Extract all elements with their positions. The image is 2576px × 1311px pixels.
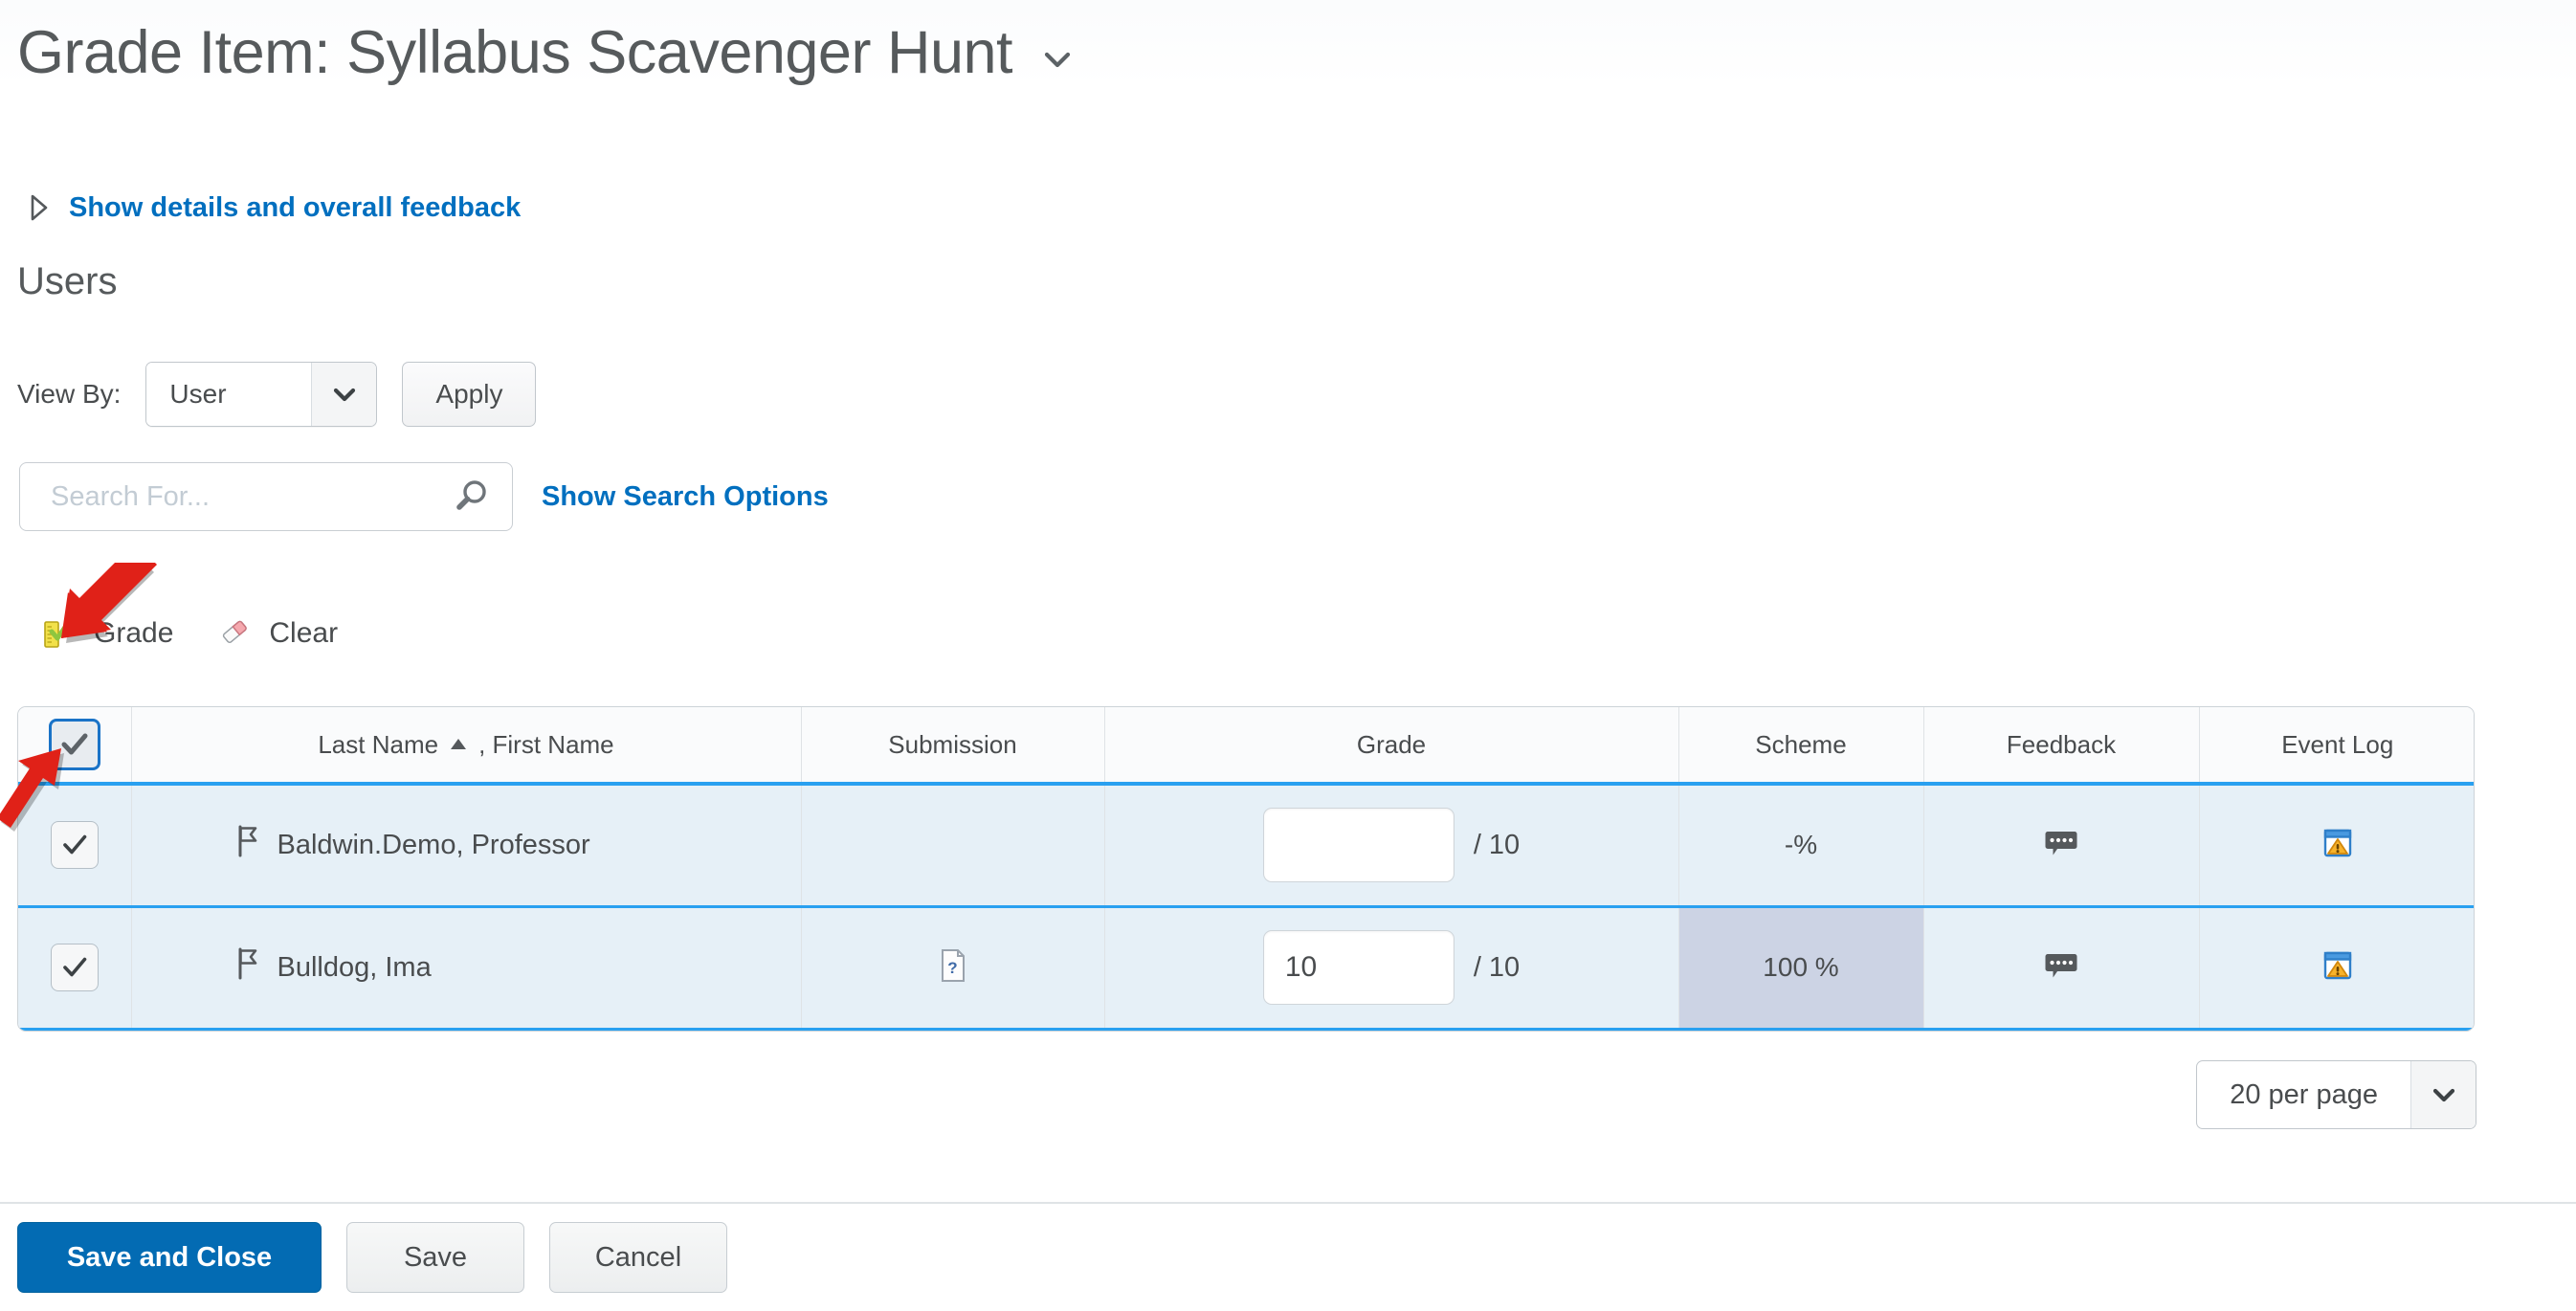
row-checkbox[interactable] — [50, 944, 99, 991]
comment-icon[interactable] — [2042, 831, 2080, 866]
scheme-value: -% — [1784, 830, 1818, 860]
row-grade-cell: / 10 — [1104, 782, 1679, 908]
column-header-grade[interactable]: Grade — [1104, 707, 1679, 784]
svg-text:?: ? — [947, 959, 957, 977]
column-header-scheme[interactable]: Scheme — [1678, 707, 1924, 784]
save-button[interactable]: Save — [346, 1222, 524, 1293]
select-all-header-cell — [18, 707, 132, 784]
save-and-close-button[interactable]: Save and Close — [17, 1222, 322, 1293]
triangle-right-icon[interactable] — [27, 191, 52, 224]
row-name-cell: Bulldog, Ima — [131, 904, 802, 1031]
page-title: Grade Item: Syllabus Scavenger Hunt — [17, 19, 1013, 86]
page-header: Grade Item: Syllabus Scavenger Hunt — [17, 21, 1074, 84]
eraser-icon — [215, 612, 254, 654]
per-page-selected-value: 20 per page — [2230, 1078, 2378, 1110]
view-by-select[interactable]: User — [145, 362, 378, 427]
apply-button[interactable]: Apply — [402, 362, 537, 427]
view-by-label: View By: — [17, 379, 122, 409]
row-select-cell — [18, 904, 132, 1031]
column-header-first-name-label: , First Name — [478, 729, 614, 759]
document-question-icon[interactable]: ? — [937, 948, 969, 989]
row-checkbox[interactable] — [50, 821, 99, 870]
clear-button[interactable]: Clear — [215, 612, 338, 654]
comment-icon[interactable] — [2042, 953, 2080, 989]
row-submission-cell: ? — [801, 904, 1105, 1031]
row-name-label: Baldwin.Demo, Professor — [277, 829, 590, 860]
flag-outline-icon[interactable] — [235, 825, 260, 865]
search-field-wrapper[interactable] — [19, 462, 513, 531]
column-header-feedback[interactable]: Feedback — [1923, 707, 2200, 784]
row-scheme-cell: 100 % — [1678, 904, 1924, 1031]
flag-outline-icon[interactable] — [235, 947, 260, 988]
row-name-cell: Baldwin.Demo, Professor — [131, 782, 802, 908]
row-feedback-cell — [1923, 904, 2200, 1031]
table-row: Bulldog, Ima ? 10 / 10 100 % — [18, 904, 2474, 1031]
select-all-checkbox[interactable] — [48, 719, 100, 770]
view-by-row: View By: User Apply — [17, 362, 537, 427]
sort-ascending-icon[interactable] — [448, 730, 469, 760]
clear-button-label: Clear — [269, 616, 339, 649]
search-row: Show Search Options — [19, 462, 829, 531]
grade-button[interactable]: Grade — [40, 612, 173, 654]
chevron-down-icon[interactable] — [2410, 1061, 2476, 1128]
grade-actions-toolbar: Grade Clear — [40, 612, 338, 654]
grade-denominator: / 10 — [1473, 951, 1521, 983]
column-header-submission[interactable]: Submission — [801, 707, 1105, 784]
scheme-value: 100 % — [1763, 952, 1839, 982]
grade-denominator: / 10 — [1473, 829, 1521, 860]
cancel-button[interactable]: Cancel — [549, 1222, 727, 1293]
event-log-warning-icon[interactable] — [2320, 829, 2356, 865]
show-details-link[interactable]: Show details and overall feedback — [69, 192, 521, 224]
column-header-event-log[interactable]: Event Log — [2199, 707, 2474, 784]
search-icon[interactable] — [449, 474, 495, 520]
row-grade-cell: / 10 — [1104, 904, 1679, 1031]
row-feedback-cell — [1923, 782, 2200, 908]
chevron-down-icon[interactable] — [311, 363, 377, 426]
users-grade-table: Last Name , First Name Submission Grade … — [17, 706, 2475, 1032]
column-header-name[interactable]: Last Name , First Name — [131, 707, 802, 784]
row-name-label: Bulldog, Ima — [277, 951, 432, 983]
row-select-cell — [18, 782, 132, 908]
per-page-wrapper: 20 per page — [2196, 1060, 2476, 1129]
per-page-select[interactable]: 20 per page — [2196, 1060, 2476, 1129]
show-details-toggle[interactable]: Show details and overall feedback — [27, 191, 521, 224]
row-event-log-cell — [2199, 782, 2474, 908]
column-header-last-name-label: Last Name — [318, 729, 439, 759]
ruler-check-icon — [40, 612, 78, 654]
row-event-log-cell — [2199, 904, 2474, 1031]
grade-input[interactable] — [1262, 930, 1455, 1005]
search-input[interactable] — [20, 463, 512, 530]
table-row: Baldwin.Demo, Professor / 10 -% — [18, 782, 2474, 908]
view-by-selected-value: User — [146, 363, 312, 426]
show-search-options-link[interactable]: Show Search Options — [542, 481, 829, 513]
grade-button-label: Grade — [94, 616, 174, 649]
row-submission-cell — [801, 782, 1105, 908]
row-scheme-cell: -% — [1678, 782, 1924, 908]
action-bar: Save and Close Save Cancel — [0, 1204, 2576, 1311]
table-header-row: Last Name , First Name Submission Grade … — [18, 707, 2474, 784]
grade-input[interactable] — [1262, 808, 1455, 883]
chevron-down-icon[interactable] — [1041, 43, 1074, 76]
event-log-warning-icon[interactable] — [2320, 951, 2356, 988]
users-heading: Users — [17, 260, 118, 302]
grade-item-page: Grade Item: Syllabus Scavenger Hunt Show… — [0, 0, 2576, 1311]
